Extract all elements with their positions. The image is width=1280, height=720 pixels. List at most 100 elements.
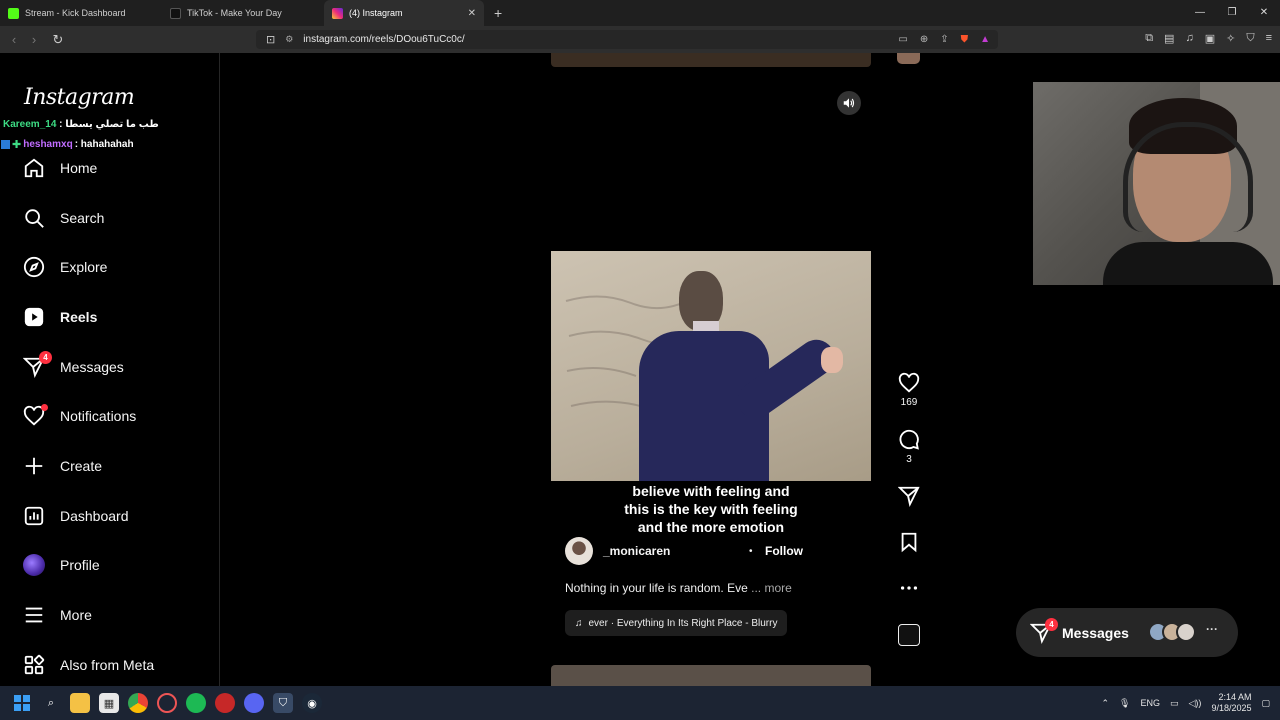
sidebar-item-create[interactable]: Create xyxy=(22,451,212,481)
forward-icon[interactable]: › xyxy=(24,32,44,47)
close-tab-icon[interactable]: ✕ xyxy=(468,8,476,19)
tab-tiktok[interactable]: TikTok - Make Your Day xyxy=(162,0,324,26)
instagram-favicon-icon xyxy=(332,7,343,19)
windows-start-icon[interactable] xyxy=(12,693,32,713)
tab-kick[interactable]: Stream - Kick Dashboard xyxy=(0,0,162,26)
search-icon[interactable]: ⌕ xyxy=(41,693,61,713)
author-avatar[interactable] xyxy=(565,537,593,565)
site-info-icon[interactable]: ⚙ xyxy=(285,34,293,45)
chrome-icon[interactable] xyxy=(128,693,148,713)
menu-icon[interactable]: ≡ xyxy=(1266,32,1272,45)
extensions-icon[interactable]: ⧉ xyxy=(1145,32,1153,45)
tray-overflow-icon[interactable]: ⌃ xyxy=(1102,698,1110,709)
previous-reel-thumbnail[interactable] xyxy=(897,53,920,64)
network-icon[interactable]: ▭ xyxy=(1170,698,1179,709)
sidebar-item-notifications[interactable]: Notifications xyxy=(22,401,212,431)
sidebar-item-label: Explore xyxy=(60,259,108,275)
extensions-area: ⧉ ▤ ♫ ▣ ✧ ⛉ ≡ xyxy=(1145,32,1272,45)
reel-description: Nothing in your life is random. Eve ... … xyxy=(565,581,792,595)
windows-taskbar: ⌕ ▦ ⛉ ◉ ⌃ 🎙 ENG ▭ ◁)) 2:14 AM 9/18/2025 … xyxy=(0,686,1280,720)
restore-icon[interactable]: ❐ xyxy=(1216,0,1248,26)
sidebar-item-meta[interactable]: Also from Meta xyxy=(22,650,212,680)
reload-icon[interactable]: ↻ xyxy=(48,32,68,48)
sidebar-item-messages[interactable]: 4 Messages xyxy=(22,351,212,382)
media-icon[interactable]: ♫ xyxy=(1185,32,1193,45)
cast-icon[interactable]: ▭ xyxy=(898,34,907,45)
sidebar-item-label: Dashboard xyxy=(60,508,129,524)
instagram-logo[interactable]: Instagram xyxy=(24,85,135,110)
follow-button[interactable]: Follow xyxy=(765,544,803,558)
wallet-icon[interactable]: ▣ xyxy=(1205,32,1215,45)
volume-button[interactable] xyxy=(837,91,861,115)
options-action[interactable] xyxy=(893,577,925,599)
tiktok-favicon-icon xyxy=(170,7,181,19)
sidebar-item-label: Also from Meta xyxy=(60,657,155,673)
headphones-icon xyxy=(1123,122,1253,232)
browser-toolbar: ‹ › ↻ ⊡ ⚙ instagram.com/reels/DOou6TuCc0… xyxy=(0,26,1280,53)
steelseries-icon[interactable] xyxy=(157,693,177,713)
address-bar[interactable]: ⊡ ⚙ instagram.com/reels/DOou6TuCc0c/ ▭ ⊕… xyxy=(256,30,998,49)
zoom-icon[interactable]: ⊕ xyxy=(920,34,928,45)
comment-icon[interactable] xyxy=(898,429,920,451)
discord-icon[interactable] xyxy=(244,693,264,713)
sidebar-item-search[interactable]: Search xyxy=(22,203,212,233)
messages-floating-button[interactable]: 4 Messages ··· xyxy=(1016,608,1238,657)
sidebar-toggle-icon[interactable]: ▤ xyxy=(1164,32,1174,45)
sidebar-item-reels[interactable]: Reels xyxy=(22,302,212,332)
sidebar-item-home[interactable]: Home xyxy=(22,153,212,183)
file-explorer-icon[interactable] xyxy=(70,693,90,713)
browser-tab-bar: Stream - Kick Dashboard TikTok - Make Yo… xyxy=(0,0,1280,26)
stream-chat-line: ✚ heshamxq : hahahahah xyxy=(1,138,134,151)
author-username[interactable]: _monicaren xyxy=(603,544,670,558)
home-icon xyxy=(22,156,46,180)
sidebar-item-dashboard[interactable]: Dashboard xyxy=(22,501,212,531)
system-clock[interactable]: 2:14 AM 9/18/2025 xyxy=(1211,692,1251,714)
sidebar-item-more[interactable]: More xyxy=(22,600,212,630)
save-action[interactable] xyxy=(893,531,925,553)
bookmark-icon[interactable] xyxy=(898,531,920,553)
bookmark-icon[interactable]: ⊡ xyxy=(266,33,275,46)
leo-icon[interactable]: ✧ xyxy=(1226,32,1235,45)
dashboard-icon xyxy=(22,504,46,528)
recent-contacts xyxy=(1148,622,1196,642)
reel-author[interactable]: _monicaren xyxy=(565,537,670,565)
audio-thumbnail[interactable] xyxy=(898,624,920,646)
speaker-icon xyxy=(843,98,855,108)
more-link[interactable]: ... more xyxy=(751,581,792,595)
tab-instagram[interactable]: (4) Instagram ✕ xyxy=(324,0,484,26)
share-action[interactable] xyxy=(893,485,925,507)
brave-shield-icon[interactable]: ⛊ xyxy=(961,34,969,45)
send-icon[interactable] xyxy=(898,485,920,507)
sidebar-item-explore[interactable]: Explore xyxy=(22,252,212,282)
recorder-icon[interactable] xyxy=(215,693,235,713)
next-reel-edge[interactable] xyxy=(551,665,871,686)
microphone-icon[interactable]: 🎙 xyxy=(1119,698,1130,709)
messages-label: Messages xyxy=(1062,624,1129,641)
steam-icon[interactable]: ◉ xyxy=(302,693,322,713)
notification-center-icon[interactable]: ▢ xyxy=(1261,698,1270,709)
close-window-icon[interactable]: ✕ xyxy=(1248,0,1280,26)
like-action[interactable]: 169 xyxy=(893,372,925,408)
spotify-icon[interactable] xyxy=(186,693,206,713)
language-indicator[interactable]: ENG xyxy=(1140,698,1160,708)
sidebar-item-profile[interactable]: Profile xyxy=(22,550,212,580)
back-icon[interactable]: ‹ xyxy=(4,32,24,47)
window-controls: — ❐ ✕ xyxy=(1184,0,1280,26)
store-icon[interactable]: ▦ xyxy=(99,693,119,713)
more-horizontal-icon[interactable] xyxy=(898,577,920,599)
previous-reel-edge[interactable] xyxy=(551,53,871,67)
new-tab-button[interactable]: + xyxy=(494,5,502,21)
reel-video-frame[interactable] xyxy=(551,251,871,481)
volume-icon[interactable]: ◁)) xyxy=(1189,698,1202,709)
brave-rewards-icon[interactable]: ▲ xyxy=(980,34,990,45)
share-icon[interactable]: ⇪ xyxy=(940,34,948,45)
subtitle-line: this is the key with feeling xyxy=(624,501,798,517)
vpn-icon[interactable]: ⛉ xyxy=(1246,32,1254,45)
brave-icon[interactable]: ⛉ xyxy=(273,693,293,713)
kick-favicon-icon xyxy=(8,7,19,19)
minimize-icon[interactable]: — xyxy=(1184,0,1216,26)
reel-player[interactable]: believe with feeling and this is the key… xyxy=(551,81,871,649)
heart-icon[interactable] xyxy=(898,372,920,394)
music-chip[interactable]: ♫ ever · Everything In Its Right Place -… xyxy=(565,610,788,636)
comment-action[interactable]: 3 xyxy=(893,429,925,465)
